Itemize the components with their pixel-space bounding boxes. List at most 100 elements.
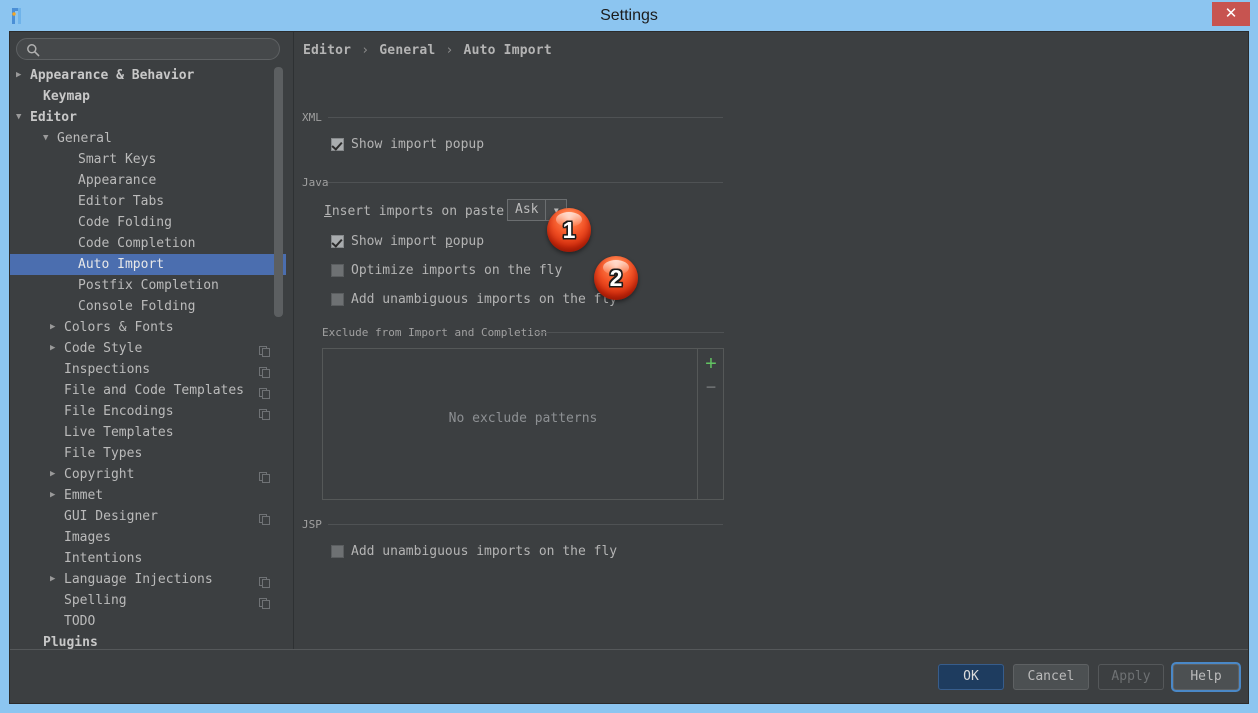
- sidebar-item-live-templates[interactable]: Live Templates: [10, 422, 286, 443]
- sidebar-item-plugins[interactable]: Plugins: [10, 632, 286, 649]
- main-panel: Editor › General › Auto Import XML Show …: [294, 32, 1248, 649]
- sidebar-item-smart-keys[interactable]: Smart Keys: [10, 149, 286, 170]
- checkbox-java-show-import-popup[interactable]: [331, 235, 344, 248]
- close-button[interactable]: ✕: [1212, 2, 1250, 26]
- sidebar-item-label: Editor: [30, 107, 77, 128]
- annotation-badge-1: 1: [547, 208, 591, 252]
- checkbox-label-add-unambiguous-imports-java: Add unambiguous imports on the fly: [351, 292, 617, 307]
- sidebar-item-spelling[interactable]: Spelling: [10, 590, 286, 611]
- exclude-patterns-panel[interactable]: No exclude patterns + −: [322, 348, 724, 500]
- section-title-exclude: Exclude from Import and Completion: [322, 326, 547, 339]
- chevron-right-icon[interactable]: ▶: [50, 317, 55, 338]
- annotation-badge-2-number: 2: [594, 256, 638, 300]
- breadcrumb: Editor › General › Auto Import: [303, 43, 552, 58]
- sidebar-item-label: TODO: [64, 611, 95, 632]
- sidebar-item-file-encodings[interactable]: File Encodings: [10, 401, 286, 422]
- window-title: Settings: [0, 0, 1258, 31]
- sidebar-item-colors-fonts[interactable]: ▶Colors & Fonts: [10, 317, 286, 338]
- checkbox-label-java-show-import-popup: Show import popup: [351, 234, 484, 249]
- sidebar-item-todo[interactable]: TODO: [10, 611, 286, 632]
- settings-tree[interactable]: ▶Appearance & BehaviorKeymap▼Editor▼Gene…: [10, 65, 286, 649]
- sidebar-item-general[interactable]: ▼ General: [10, 128, 286, 149]
- sidebar-item-file-and-code-templates[interactable]: File and Code Templates: [10, 380, 286, 401]
- chevron-right-icon[interactable]: ▶: [50, 464, 55, 485]
- chevron-right-icon[interactable]: ▶: [50, 569, 55, 590]
- sidebar-item-label: Code Style: [64, 338, 142, 359]
- sidebar-item-keymap[interactable]: Keymap: [10, 86, 286, 107]
- section-rule-java: [328, 182, 723, 183]
- checkbox-xml-show-import-popup[interactable]: [331, 138, 344, 151]
- sidebar-item-copyright[interactable]: ▶Copyright: [10, 464, 286, 485]
- breadcrumb-part-1[interactable]: General: [379, 43, 435, 58]
- section-rule-jsp: [328, 524, 723, 525]
- copy-settings-icon: [259, 364, 270, 375]
- add-pattern-button[interactable]: +: [701, 354, 721, 374]
- sidebar-item-postfix-completion[interactable]: Postfix Completion: [10, 275, 286, 296]
- search-field[interactable]: [16, 38, 280, 60]
- ok-button[interactable]: OK: [938, 664, 1004, 690]
- sidebar-item-label: File and Code Templates: [64, 380, 244, 401]
- settings-content: ▶Appearance & BehaviorKeymap▼Editor▼Gene…: [9, 31, 1249, 704]
- sidebar-item-inspections[interactable]: Inspections: [10, 359, 286, 380]
- sidebar-item-console-folding[interactable]: Console Folding: [10, 296, 286, 317]
- sidebar-item-appearance-behavior[interactable]: ▶Appearance & Behavior: [10, 65, 286, 86]
- settings-window: Settings ✕ ▶Appearance & BehaviorKeymap▼…: [0, 0, 1258, 713]
- section-rule-exclude: [534, 332, 724, 333]
- sidebar-item-label: Spelling: [64, 590, 127, 611]
- search-input[interactable]: [44, 40, 276, 60]
- checkbox-label-add-unambiguous-imports-jsp: Add unambiguous imports on the fly: [351, 544, 617, 559]
- chevron-right-icon[interactable]: ▶: [50, 485, 55, 506]
- sidebar-item-code-completion[interactable]: Code Completion: [10, 233, 286, 254]
- exclude-toolbar: + −: [697, 349, 723, 499]
- title-bar: Settings ✕: [0, 0, 1258, 31]
- section-title-xml: XML: [302, 111, 322, 124]
- checkbox-add-unambiguous-imports-java[interactable]: [331, 293, 344, 306]
- sidebar-item-editor-tabs[interactable]: Editor Tabs: [10, 191, 286, 212]
- sidebar-item-images[interactable]: Images: [10, 527, 286, 548]
- section-rule-xml: [328, 117, 723, 118]
- chevron-right-icon[interactable]: ▶: [50, 338, 55, 359]
- checkbox-label-xml-show-import-popup: Show import popup: [351, 137, 484, 152]
- chevron-down-icon[interactable]: ▼: [43, 128, 48, 149]
- sidebar-item-label: General: [57, 128, 112, 149]
- sidebar-item-gui-designer[interactable]: GUI Designer: [10, 506, 286, 527]
- sidebar-item-file-types[interactable]: File Types: [10, 443, 286, 464]
- chevron-right-icon[interactable]: ▶: [16, 65, 21, 86]
- section-title-java: Java: [302, 176, 329, 189]
- remove-pattern-button[interactable]: −: [701, 377, 721, 397]
- sidebar-item-language-injections[interactable]: ▶ Language Injections: [10, 569, 286, 590]
- chevron-down-icon[interactable]: ▼: [16, 107, 21, 128]
- copy-settings-icon: [259, 574, 270, 585]
- checkbox-optimize-imports-on-the-fly[interactable]: [331, 264, 344, 277]
- copy-settings-icon: [259, 343, 270, 354]
- help-button[interactable]: Help: [1173, 664, 1239, 690]
- sidebar-scrollbar-thumb[interactable]: [274, 67, 283, 317]
- sidebar-item-intentions[interactable]: Intentions: [10, 548, 286, 569]
- dropdown-value: Ask: [508, 200, 545, 220]
- cancel-button[interactable]: Cancel: [1013, 664, 1089, 690]
- sidebar-item-code-folding[interactable]: Code Folding: [10, 212, 286, 233]
- copy-settings-icon: [259, 511, 270, 522]
- sidebar-item-label: Inspections: [64, 359, 150, 380]
- sidebar-scrollbar[interactable]: [274, 67, 283, 647]
- apply-button: Apply: [1098, 664, 1164, 690]
- sidebar-item-appearance[interactable]: Appearance: [10, 170, 286, 191]
- checkbox-add-unambiguous-imports-jsp[interactable]: [331, 545, 344, 558]
- sidebar-item-label: Plugins: [43, 632, 98, 649]
- sidebar-item-label: Intentions: [64, 548, 142, 569]
- sidebar-item-label: Auto Import: [78, 254, 164, 275]
- sidebar-item-label: Postfix Completion: [78, 275, 219, 296]
- breadcrumb-separator: ›: [359, 43, 371, 58]
- sidebar-item-emmet[interactable]: ▶Emmet: [10, 485, 286, 506]
- sidebar-item-label: Images: [64, 527, 111, 548]
- sidebar-item-label: Language Injections: [64, 569, 213, 590]
- sidebar-item-code-style[interactable]: ▶ Code Style: [10, 338, 286, 359]
- sidebar-item-label: Console Folding: [78, 296, 195, 317]
- breadcrumb-separator: ›: [443, 43, 455, 58]
- breadcrumb-part-0[interactable]: Editor: [303, 43, 351, 58]
- sidebar-item-editor[interactable]: ▼ Editor: [10, 107, 286, 128]
- sidebar-item-label: Code Completion: [78, 233, 195, 254]
- sidebar-item-label: Keymap: [43, 86, 90, 107]
- sidebar-item-label: File Encodings: [64, 401, 174, 422]
- sidebar-item-auto-import[interactable]: Auto Import: [10, 254, 286, 275]
